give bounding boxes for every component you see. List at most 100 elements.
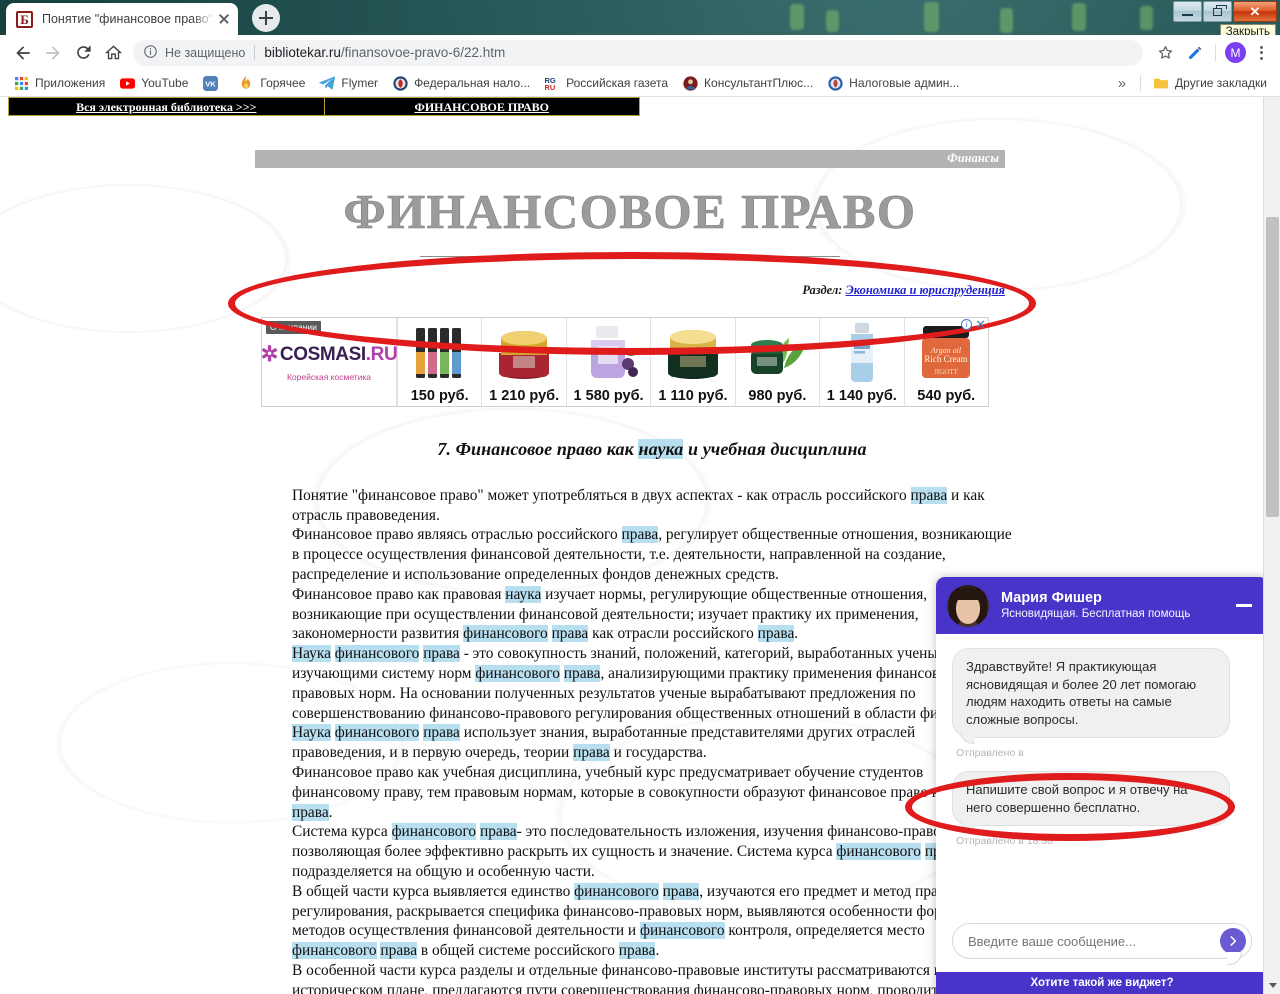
ad-brand-block[interactable]: О компании ✲ COSMASI .RU Корейская космети… [261, 318, 398, 406]
body-text: в общей системе российского [417, 942, 619, 960]
back-arrow-icon[interactable] [8, 38, 38, 68]
highlighted-term: финансового [574, 882, 659, 900]
tab-title: Понятие "финансовое право" м [42, 12, 216, 26]
bookmark-item-fns[interactable]: Федеральная нало... [385, 73, 537, 93]
section-prefix: Раздел: [802, 283, 843, 297]
bookmark-item-youtube[interactable]: YouTube [112, 73, 195, 93]
restore-button[interactable] [1203, 1, 1232, 22]
chat-widget[interactable]: Мария Фишер Ясновидящая. Бесплатная помо… [936, 577, 1268, 994]
bookmark-item-flymer[interactable]: Flymer [312, 73, 385, 93]
browser-tab[interactable]: Б Понятие "финансовое право" м [6, 3, 238, 35]
article-paragraph: В общей части курса выявляется единство … [292, 882, 1012, 961]
section-link[interactable]: Экономика и юриспруденция [846, 283, 1005, 297]
adchoices-icon[interactable]: i [961, 319, 973, 330]
body-text: . [655, 942, 660, 960]
chat-titles: Мария Фишер Ясновидящая. Бесплатная помо… [1001, 589, 1233, 622]
bookmarks-overflow-area: » Другие закладки [1109, 73, 1274, 93]
close-button[interactable]: ✕ [1233, 1, 1277, 22]
ad-badges: i ✕ [961, 318, 986, 331]
bookmarks-overflow-button[interactable]: » [1109, 75, 1135, 92]
bookmark-item-rg[interactable]: RG RU Российская газета [537, 73, 675, 93]
pencil-icon[interactable] [1180, 38, 1210, 68]
body-text: и учебная дисциплина [683, 439, 867, 459]
ad-product-price: 1 210 руб. [489, 388, 560, 404]
highlighted-term: финансового [334, 724, 420, 742]
body-text: Финансовое право как правовая [292, 585, 506, 603]
bookmarks-bar: Приложения YouTube VK Горячее Flymer Фед… [0, 70, 1280, 97]
three-dots-menu-icon[interactable] [1250, 40, 1272, 66]
article-paragraph: Финансовое право как учебная дисциплина,… [292, 763, 1012, 822]
body-text: и государства. [609, 744, 707, 762]
ad-product-item[interactable]: 150 руб. [397, 318, 481, 406]
page-title: ФИНАНСОВОЕ ПРАВО [343, 184, 917, 240]
category-label: Финансы [947, 151, 999, 165]
article-paragraph: Система курса финансового права- это пос… [292, 822, 1012, 881]
profile-avatar[interactable]: M [1225, 42, 1246, 63]
vk-icon: VK [202, 75, 218, 91]
body-text: 7. Финансовое право как [437, 439, 639, 459]
ad-product-price: 980 руб. [748, 388, 807, 404]
scrollbar-thumb[interactable] [1266, 217, 1279, 517]
bookmark-item-vk[interactable]: VK [195, 73, 231, 93]
highlighted-term: права [910, 486, 948, 504]
highlighted-term: финансового [334, 645, 420, 663]
minimize-icon[interactable] [1233, 604, 1255, 607]
telegram-icon [319, 75, 336, 91]
highlighted-term: финансового [391, 823, 477, 841]
product-thumb-green-aloe-jar [736, 318, 819, 387]
chat-message-timestamp: Отправлено в 18:38 [956, 835, 1053, 847]
article-body: 7. Финансовое право как наука и учебная … [292, 439, 1012, 994]
svg-text:VK: VK [205, 79, 216, 88]
article-paragraph: Финансовое право как правовая наука изуч… [292, 585, 1012, 644]
bookmark-item-consultant[interactable]: КонсультантПлюс... [675, 73, 820, 93]
bookmark-item-hot[interactable]: Горячее [231, 73, 312, 93]
ad-about-label[interactable]: О компании [266, 321, 321, 335]
bookmark-item-apps[interactable]: Приложения [6, 73, 112, 93]
topnav-cell-library: Вся электронная библиотека >>> [9, 98, 324, 116]
ad-product-item[interactable]: 1 110 руб. [650, 318, 734, 406]
ad-close-icon[interactable]: ✕ [975, 318, 986, 331]
bookmark-label: КонсультантПлюс... [704, 76, 814, 90]
ad-product-item[interactable]: 980 руб. [734, 318, 819, 406]
address-bar[interactable]: Не защищено bibliotekar.ru/finansovoe-pr… [133, 39, 1143, 66]
forward-arrow-icon[interactable] [38, 38, 68, 68]
chat-input-row[interactable] [952, 923, 1252, 965]
ad-banner[interactable]: i ✕ О компании ✲ COSMASI .RU Корейская кос… [261, 317, 989, 407]
scroll-down-arrow-icon[interactable] [1264, 977, 1280, 994]
chat-input[interactable] [968, 933, 1220, 949]
browser-toolbar: Не защищено bibliotekar.ru/finansovoe-pr… [0, 35, 1280, 70]
highlighted-term: наука [638, 439, 684, 459]
other-bookmarks-button[interactable]: Другие закладки [1146, 73, 1274, 93]
reload-icon[interactable] [68, 38, 98, 68]
ad-brand-suffix: .RU [365, 343, 398, 365]
send-arrow-icon[interactable] [1220, 928, 1246, 954]
category-bar: Финансы [255, 150, 1005, 168]
home-icon[interactable] [98, 38, 128, 68]
minimize-button[interactable] [1173, 1, 1202, 22]
ad-product-item[interactable]: 1 210 руб. [481, 318, 565, 406]
body-text: . [328, 803, 333, 821]
bookmark-star-icon[interactable] [1150, 38, 1180, 68]
ad-product-item[interactable]: 1 580 руб. [565, 318, 650, 406]
section-line: Раздел: Экономика и юриспруденция [255, 283, 1005, 298]
bookmark-item-tax[interactable]: Налоговые админ... [820, 73, 966, 93]
highlighted-term: права [621, 526, 659, 544]
chat-first-message: Здравствуйте! Я практикующая ясновидящая… [952, 648, 1230, 744]
highlighted-term: финансового [836, 843, 921, 861]
page-scrollbar[interactable] [1263, 97, 1280, 994]
svg-text:Rich Cream: Rich Cream [925, 354, 968, 364]
avatar [947, 584, 989, 627]
ad-product-item[interactable]: 1 140 руб. [819, 318, 903, 406]
topnav-link-library[interactable]: Вся электронная библиотека >>> [76, 100, 256, 114]
body-text: контроля, определяется место [724, 922, 925, 940]
tab-close-icon[interactable] [216, 11, 232, 27]
bookmark-label: Flymer [341, 76, 379, 90]
topnav-link-finlaw[interactable]: ФИНАНСОВОЕ ПРАВО [415, 100, 549, 114]
window-controls: ✕ [1172, 1, 1277, 23]
new-tab-button[interactable] [252, 4, 280, 32]
bookmarks-divider [1140, 74, 1142, 92]
chat-footer-link[interactable]: Хотите такой же виджет? [936, 972, 1268, 994]
highlighted-term: права [662, 882, 700, 900]
body-text: Финансовое право являясь отраслью россий… [292, 526, 622, 544]
folder-icon [1153, 75, 1169, 91]
